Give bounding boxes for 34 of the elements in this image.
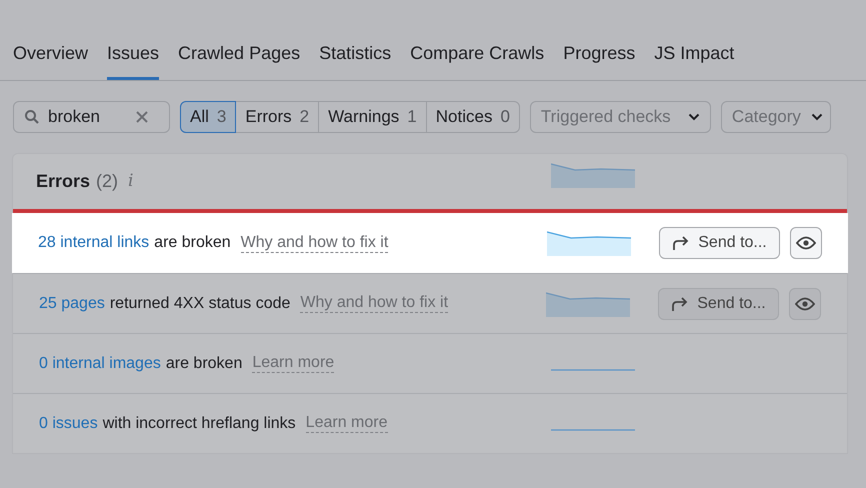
search-input[interactable]: broken <box>48 104 128 130</box>
issue-text: are broken <box>166 354 242 374</box>
help-link[interactable]: Why and how to fix it <box>240 234 388 252</box>
clear-icon[interactable] <box>136 111 148 123</box>
search-box[interactable]: broken <box>13 101 170 133</box>
filter-tab[interactable]: Notices 0 <box>426 101 520 133</box>
send-to-button[interactable]: Send to... <box>659 227 780 259</box>
info-icon: i <box>128 168 134 194</box>
section-title: Errors <box>36 170 90 193</box>
share-arrow-icon <box>671 296 690 312</box>
filter-tab[interactable]: Warnings 1 <box>318 101 427 133</box>
tab[interactable]: Progress <box>563 40 636 80</box>
view-button[interactable] <box>790 227 822 259</box>
issue-link[interactable]: 28 internal links <box>38 231 150 255</box>
view-button[interactable] <box>789 288 821 320</box>
eye-icon <box>796 236 816 250</box>
tab[interactable]: JS Impact <box>654 40 734 80</box>
tab[interactable]: Compare Crawls <box>410 40 544 80</box>
filter-tab[interactable]: All 3 <box>180 101 236 133</box>
tab[interactable]: Crawled Pages <box>178 40 300 80</box>
search-icon <box>24 109 40 125</box>
issue-text: are broken <box>154 233 231 253</box>
tab[interactable]: Statistics <box>319 40 392 80</box>
issue-text: returned 4XX status code <box>110 294 290 314</box>
tab[interactable]: Issues <box>107 40 160 80</box>
chevron-down-icon <box>688 113 700 121</box>
section-count: (2) <box>96 170 118 193</box>
share-arrow-icon <box>672 235 690 251</box>
chevron-down-icon <box>810 113 823 121</box>
eye-icon <box>795 296 815 310</box>
tab[interactable]: Overview <box>13 40 88 80</box>
filter-tab[interactable]: Errors 2 <box>235 101 320 133</box>
send-to-button[interactable]: Send to... <box>658 288 779 320</box>
issue-text: with incorrect hreflang links <box>102 414 296 434</box>
